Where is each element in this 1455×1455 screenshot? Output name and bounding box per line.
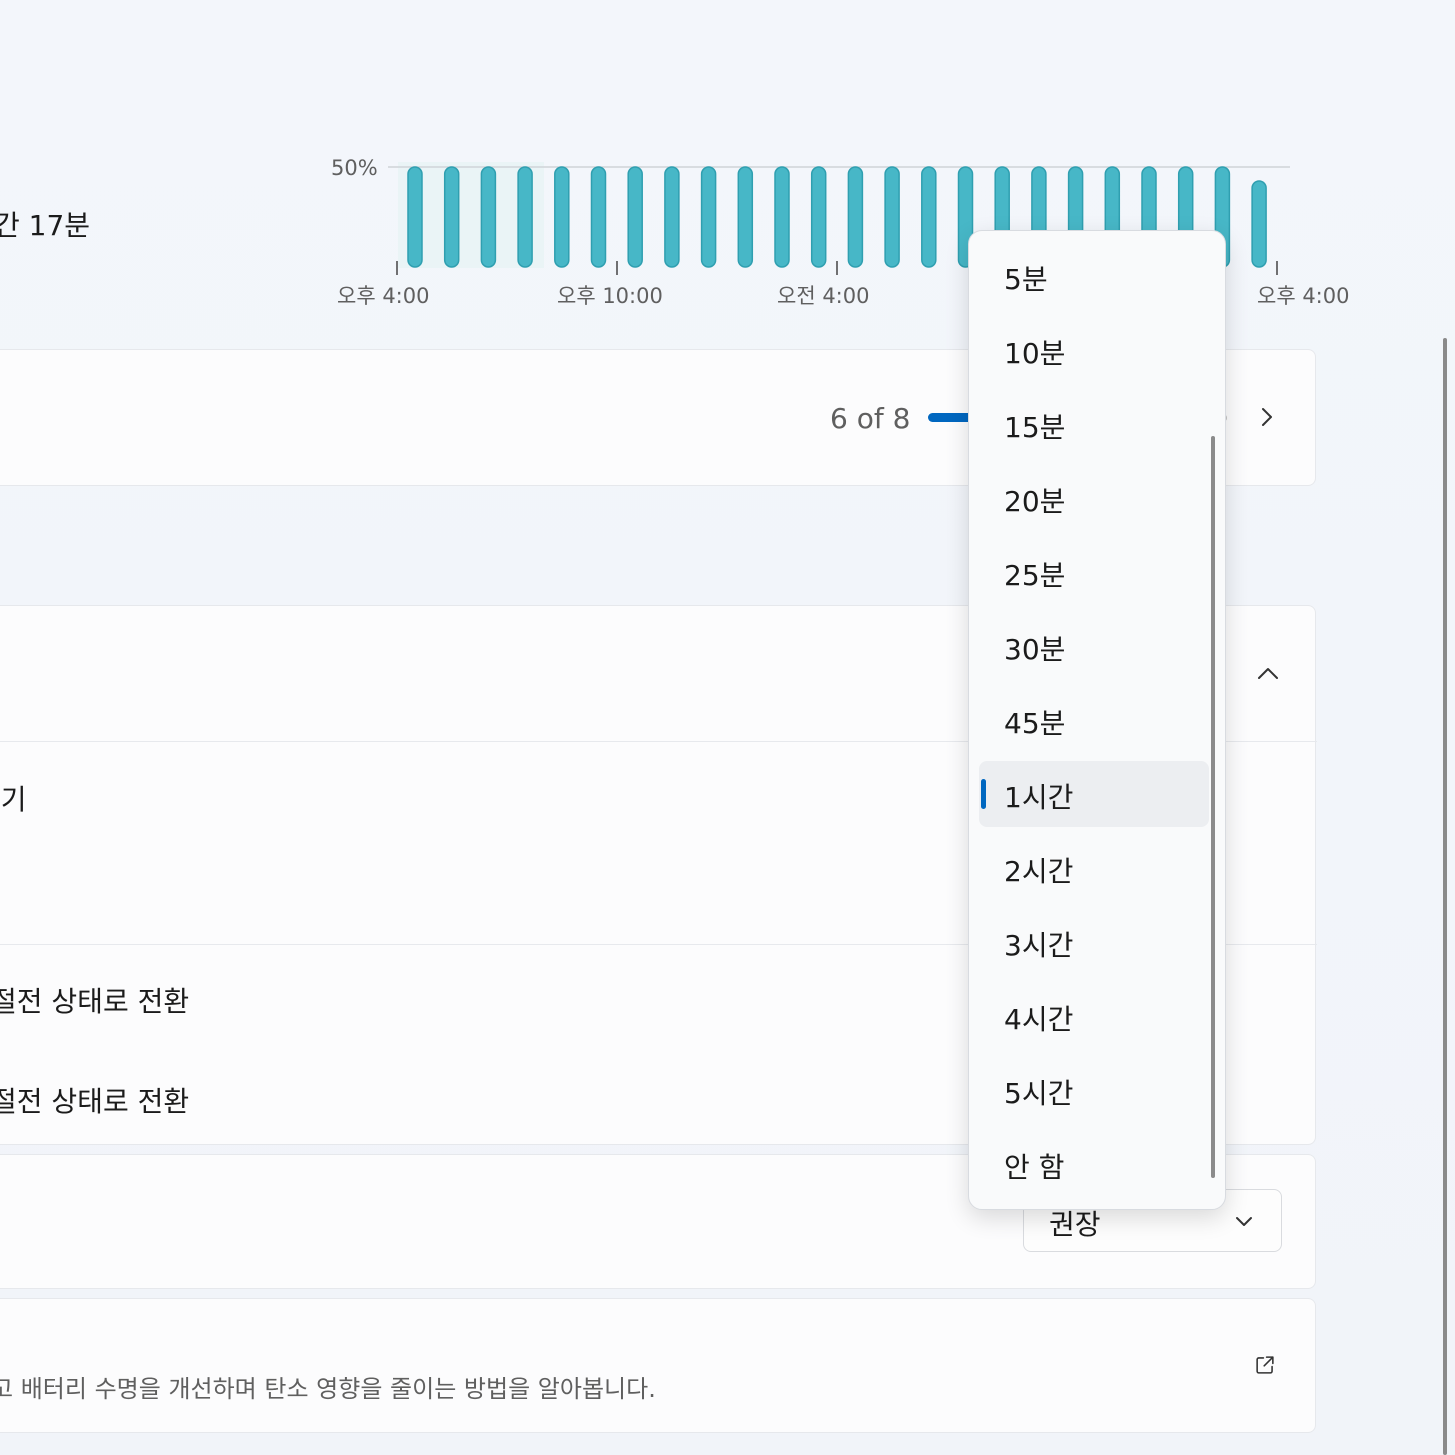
chart-y-tick-label: 50% [331,156,378,180]
dropdown-option[interactable]: 1시간 [979,761,1209,827]
timeout-dropdown-list: 5분 10분 15분 20분 25분 30분 45분 1시간 2시간 3시간 4시간 5시간안 함 [968,230,1226,1210]
chart-bar [737,166,754,268]
chart-bar [480,166,497,268]
setting-label-sleep-battery: 절전 상태로 전환 [0,985,190,1018]
dropdown-option[interactable]: 15분 [979,391,1209,457]
dropdown-option[interactable]: 5분 [979,243,1209,309]
dropdown-option-label: 3시간 [1004,929,1074,962]
chart-bar [884,166,900,268]
dropdown-option[interactable]: 20분 [979,465,1209,531]
dropdown-option[interactable]: 45분 [979,687,1209,753]
dropdown-scrollbar[interactable] [1211,436,1215,1178]
chart-bar [554,166,570,268]
chart-bar [774,166,790,268]
dropdown-option[interactable]: 2시간 [979,835,1209,901]
chevron-right-icon[interactable] [1256,406,1278,428]
chart-bar [847,166,864,268]
battery-duration-text: 간 17분 [0,209,91,242]
chevron-up-icon[interactable] [1257,663,1279,685]
dropdown-option-label: 25분 [1004,559,1066,592]
dropdown-option[interactable]: 5시간 [979,1057,1209,1123]
chart-bar [443,166,460,268]
chart-bar [921,166,937,268]
dropdown-option-label: 20분 [1004,485,1066,518]
dropdown-option[interactable]: 10분 [979,317,1209,383]
chart-bar [810,166,827,268]
dropdown-option[interactable]: 4시간 [979,983,1209,1049]
dropdown-option[interactable]: 안 함 [979,1131,1209,1197]
chart-bar [590,166,607,268]
chart-bar [407,166,423,268]
chart-bar [517,166,533,268]
dropdown-option-label: 4시간 [1004,1003,1074,1036]
learn-more-card[interactable]: 고 배터리 수명을 개선하며 탄소 영향을 줄이는 방법을 알아봅니다. [0,1298,1316,1433]
dropdown-option-label: 5시간 [1004,1077,1074,1110]
chart-x-tick-label: 오전 4:00 [777,284,869,308]
dropdown-option[interactable]: 25분 [979,539,1209,605]
dropdown-option-label: 15분 [1004,411,1066,444]
chart-bar [664,166,680,268]
dropdown-option-label: 45분 [1004,707,1066,740]
chart-x-tick-label: 오후 4:00 [337,284,429,308]
selected-indicator [981,779,986,809]
dropdown-option-label: 1시간 [1004,781,1074,814]
chart-bar [700,166,717,268]
setting-label-screen-plugged: l [0,878,1,911]
dropdown-option-label: 2시간 [1004,855,1074,888]
page-scrollbar[interactable] [1443,338,1447,1455]
setting-label-screen-battery: l기 [0,783,27,816]
dropdown-option-label: 5분 [1004,263,1048,296]
chevron-down-icon [1233,1210,1255,1232]
dropdown-option[interactable]: 30분 [979,613,1209,679]
dropdown-option-label: 10분 [1004,337,1066,370]
chart-bar [627,166,643,268]
external-link-icon[interactable] [1254,1354,1282,1382]
dropdown-option[interactable]: 3시간 [979,909,1209,975]
chart-x-tick-label: 오후 4:00 [1257,284,1349,308]
learn-more-description: 고 배터리 수명을 개선하며 탄소 영향을 줄이는 방법을 알아봅니다. [0,1375,656,1403]
chart-bar [1251,180,1267,268]
dropdown-option-label: 30분 [1004,633,1066,666]
pagination-text: 6 of 8 [830,402,911,435]
setting-label-sleep-plugged: 절전 상태로 전환 [0,1085,190,1118]
dropdown-option-label: 안 함 [1004,1151,1065,1184]
chart-x-tick-label: 오후 10:00 [557,284,663,308]
